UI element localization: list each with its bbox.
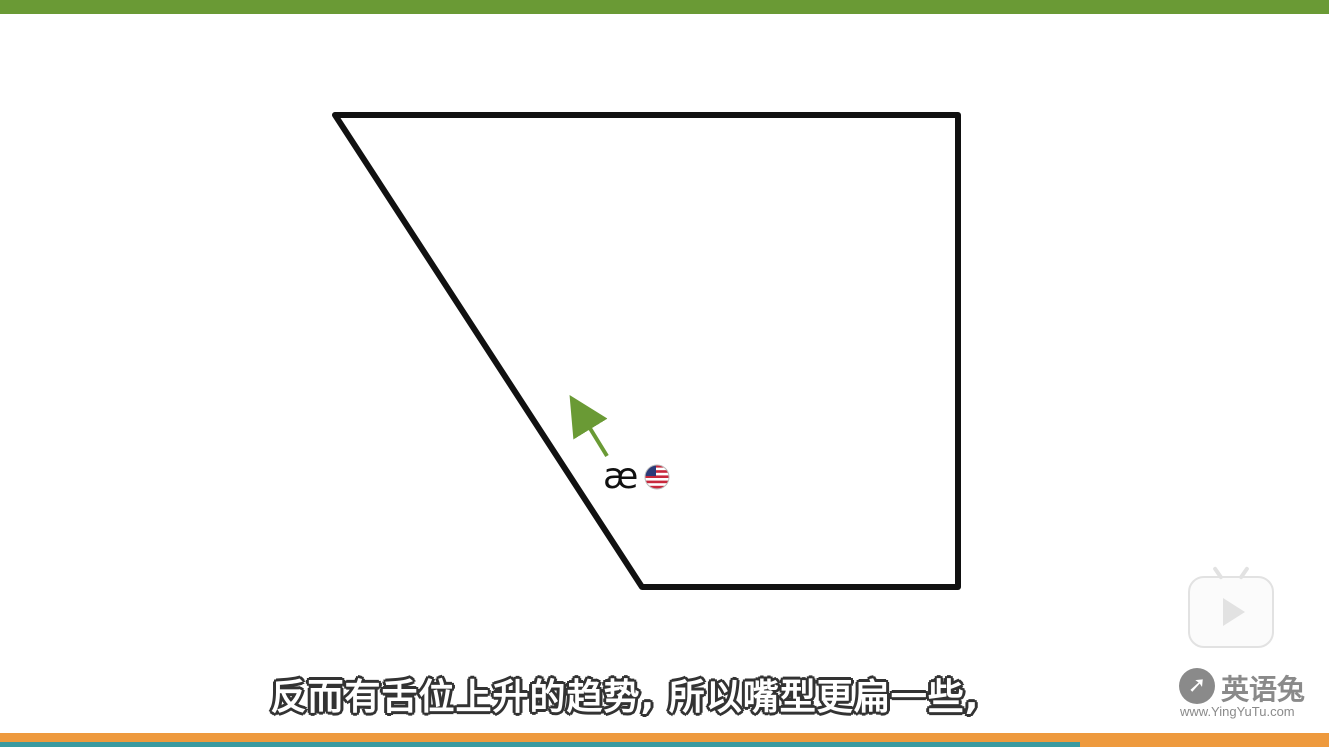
vowel-trapezoid bbox=[332, 112, 961, 590]
progress-accent-bar bbox=[0, 742, 1080, 747]
tongue-rise-arrow bbox=[569, 394, 609, 458]
subtitle-caption: 反而有舌位上升的趋势, 所以嘴型更扁一些, bbox=[270, 677, 980, 718]
vowel-trapezoid-diagram bbox=[332, 112, 961, 590]
play-icon[interactable] bbox=[1188, 576, 1274, 648]
ipa-symbol-ae: æ bbox=[603, 456, 639, 497]
play-triangle bbox=[1223, 598, 1245, 626]
